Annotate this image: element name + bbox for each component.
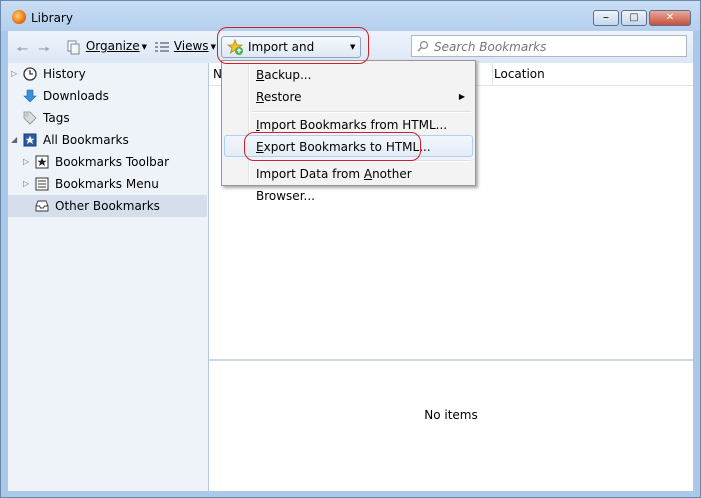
empty-message: No items: [424, 408, 478, 422]
search-input[interactable]: [432, 38, 681, 56]
views-button[interactable]: Views ▼: [154, 31, 216, 63]
minimize-icon: ⎯: [603, 12, 609, 23]
menu-separator: [252, 160, 471, 162]
menu-item-label: Backup...: [256, 68, 312, 82]
sidebar-item-bookmarks-toolbar[interactable]: ▷ Bookmarks Toolbar: [8, 151, 207, 173]
places-sidebar: ▷ History Downloads Tags ◢ All Bookmarks…: [8, 63, 209, 491]
menu-item-restore[interactable]: Restore ▶: [224, 86, 473, 108]
views-label: Views: [173, 39, 209, 53]
organize-icon: [67, 40, 80, 54]
sidebar-item-label: Bookmarks Menu: [55, 177, 159, 191]
firefox-icon: [12, 10, 26, 24]
sidebar-item-label: History: [43, 67, 86, 81]
collapse-twisty-icon[interactable]: ◢: [11, 129, 19, 151]
menu-item-export-html[interactable]: Export Bookmarks to HTML...: [224, 135, 473, 157]
sidebar-item-label: Other Bookmarks: [55, 199, 160, 213]
star-toolbar-icon: [35, 155, 49, 169]
close-icon: ✕: [665, 12, 675, 23]
menu-item-label: Export Bookmarks to HTML...: [256, 140, 431, 154]
dropdown-arrow-icon: ▼: [141, 42, 147, 51]
expand-twisty-icon[interactable]: ▷: [23, 151, 31, 173]
search-icon: [417, 40, 429, 52]
close-button[interactable]: ✕: [649, 10, 691, 26]
menu-item-label: Import Data from Another Browser...: [256, 167, 412, 203]
organize-button[interactable]: Organize ▼: [66, 31, 147, 63]
views-list-icon: [155, 41, 169, 52]
back-arrow-icon[interactable]: 🠔: [16, 39, 28, 63]
sidebar-item-label: Downloads: [43, 89, 109, 103]
sidebar-item-downloads[interactable]: Downloads: [8, 85, 207, 107]
column-divider: [492, 63, 493, 85]
import-star-icon: [227, 39, 244, 55]
search-field[interactable]: [411, 35, 687, 57]
submenu-arrow-icon: ▶: [458, 92, 465, 101]
import-backup-menu: Backup... Restore ▶ Import Bookmarks fro…: [221, 60, 476, 203]
organize-label: Organize: [85, 39, 140, 53]
sidebar-item-all-bookmarks[interactable]: ◢ All Bookmarks: [8, 129, 207, 151]
window-title: Library: [31, 11, 73, 25]
menu-item-import-browser[interactable]: Import Data from Another Browser...: [224, 163, 473, 203]
sidebar-item-label: All Bookmarks: [43, 133, 129, 147]
sidebar-item-other-bookmarks[interactable]: Other Bookmarks: [8, 195, 207, 217]
sidebar-item-history[interactable]: ▷ History: [8, 63, 207, 85]
sidebar-item-label: Bookmarks Toolbar: [55, 155, 170, 169]
minimize-button[interactable]: ⎯: [593, 10, 619, 26]
bookmarks-star-icon: [23, 133, 37, 147]
menu-item-import-html[interactable]: Import Bookmarks from HTML...: [224, 114, 473, 136]
pane-splitter[interactable]: [209, 359, 693, 361]
download-arrow-icon: [23, 89, 37, 103]
menu-list-icon: [35, 177, 49, 191]
tag-icon: [23, 111, 37, 125]
folder-tray-icon: [35, 200, 49, 212]
expand-twisty-icon[interactable]: ▷: [11, 63, 19, 85]
library-window: Library ⎯ □ ✕ 🠔 🠖 Organize ▼ Views ▼ Imp…: [0, 0, 701, 498]
maximize-icon: □: [629, 12, 639, 23]
expand-twisty-icon[interactable]: ▷: [23, 173, 31, 195]
clock-icon: [23, 67, 37, 81]
title-bar: Library ⎯ □ ✕: [1, 1, 700, 31]
dropdown-arrow-icon: ▼: [350, 43, 356, 51]
sidebar-item-tags[interactable]: Tags: [8, 107, 207, 129]
column-header-location[interactable]: Location: [494, 63, 545, 85]
forward-arrow-icon[interactable]: 🠖: [38, 39, 50, 63]
menu-item-label: Import Bookmarks from HTML...: [256, 118, 448, 132]
sidebar-item-label: Tags: [43, 111, 70, 125]
maximize-button[interactable]: □: [621, 10, 647, 26]
menu-item-backup[interactable]: Backup...: [224, 64, 473, 86]
menu-item-label: Restore: [256, 90, 302, 104]
dropdown-arrow-icon: ▼: [210, 42, 216, 51]
menu-separator: [252, 111, 471, 113]
import-backup-button[interactable]: Import and Backup ▼: [221, 36, 361, 74]
sidebar-item-bookmarks-menu[interactable]: ▷ Bookmarks Menu: [8, 173, 207, 195]
